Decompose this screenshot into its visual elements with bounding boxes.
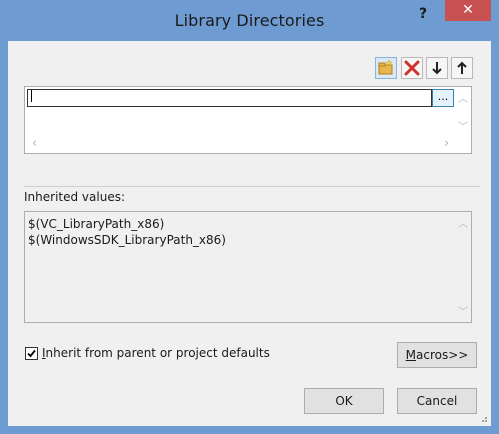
inherit-checkbox[interactable] bbox=[25, 347, 38, 360]
move-down-button[interactable] bbox=[426, 57, 448, 79]
resize-grip-icon[interactable] bbox=[478, 413, 488, 423]
new-line-button[interactable] bbox=[375, 57, 397, 79]
library-directories-dialog: Library Directories ? ✕ ... ︿ ﹀ ‹ › Inhe… bbox=[0, 0, 499, 434]
close-button[interactable]: ✕ bbox=[445, 0, 491, 21]
scroll-down-arrow-icon[interactable]: ﹀ bbox=[458, 118, 468, 133]
scroll-right-arrow-icon[interactable]: › bbox=[444, 136, 449, 151]
inherited-vertical-scrollbar[interactable]: ︿ ﹀ bbox=[454, 213, 471, 321]
checkmark-icon bbox=[27, 349, 36, 358]
dialog-client-area: ... ︿ ﹀ ‹ › Inherited values: $(VC_Libra… bbox=[8, 41, 491, 426]
macros-mnemonic: M bbox=[405, 348, 417, 362]
ok-button[interactable]: OK bbox=[304, 388, 384, 414]
move-up-button[interactable] bbox=[451, 57, 473, 79]
scroll-up-arrow-icon[interactable]: ︿ bbox=[458, 90, 468, 105]
list-horizontal-scrollbar[interactable]: ‹ › bbox=[26, 135, 454, 152]
move-up-icon bbox=[457, 61, 467, 74]
delete-button[interactable] bbox=[401, 57, 423, 79]
inherited-values-label: Inherited values: bbox=[24, 190, 125, 204]
divider bbox=[24, 186, 480, 187]
cancel-button[interactable]: Cancel bbox=[397, 388, 477, 414]
scroll-left-arrow-icon[interactable]: ‹ bbox=[32, 136, 37, 151]
macros-button[interactable]: Macros>> bbox=[397, 342, 477, 368]
inherit-checkbox-label[interactable]: Inherit from parent or project defaults bbox=[42, 346, 270, 360]
directory-entry-input[interactable] bbox=[27, 89, 432, 107]
inherit-label-text: nherit from parent or project defaults bbox=[45, 346, 270, 360]
scroll-up-arrow-icon[interactable]: ︿ bbox=[458, 215, 468, 230]
macros-label: acros>> bbox=[416, 348, 469, 362]
new-line-icon bbox=[378, 59, 393, 75]
close-icon: ✕ bbox=[462, 2, 474, 18]
browse-button[interactable]: ... bbox=[432, 89, 454, 107]
inherited-value: $(VC_LibraryPath_x86) bbox=[28, 217, 165, 231]
list-vertical-scrollbar[interactable]: ︿ ﹀ bbox=[454, 88, 471, 136]
delete-icon bbox=[404, 60, 420, 76]
inherited-value: $(WindowsSDK_LibraryPath_x86) bbox=[28, 233, 226, 247]
directory-list[interactable]: ... ︿ ﹀ ‹ › bbox=[24, 86, 472, 154]
move-down-icon bbox=[432, 62, 442, 75]
text-caret bbox=[31, 90, 32, 102]
title-bar[interactable]: Library Directories ? ✕ bbox=[0, 0, 499, 41]
scroll-down-arrow-icon[interactable]: ﹀ bbox=[458, 303, 468, 318]
inherited-values-list[interactable]: $(VC_LibraryPath_x86) $(WindowsSDK_Libra… bbox=[24, 211, 472, 323]
help-button[interactable]: ? bbox=[408, 4, 438, 24]
